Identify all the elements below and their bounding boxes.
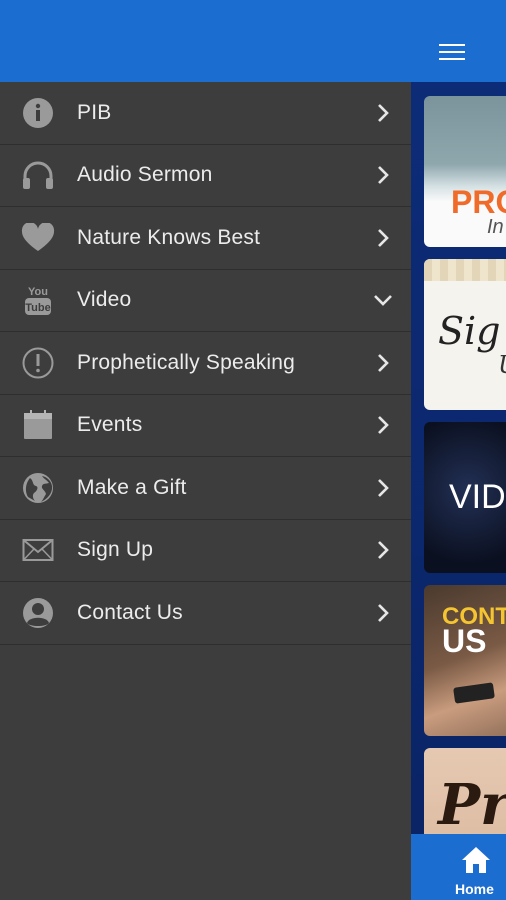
menu-item-nature-knows-best[interactable]: Nature Knows Best xyxy=(0,207,411,270)
phone-image xyxy=(453,682,495,704)
tile-subtitle: US xyxy=(442,623,487,659)
user-icon xyxy=(20,595,56,631)
menu-item-label: Contact Us xyxy=(77,600,183,624)
chevron-right-icon xyxy=(373,353,393,373)
tile-subtitle: In xyxy=(487,216,504,238)
youtube-icon: You Tube xyxy=(20,282,56,318)
tile-decoration xyxy=(424,259,506,281)
tile-title: Pr xyxy=(438,772,506,838)
tile-video[interactable]: VID xyxy=(424,422,506,573)
menu-item-label: PIB xyxy=(77,100,112,124)
envelope-icon xyxy=(20,532,56,568)
tile-subtitle: U xyxy=(498,351,506,379)
hamburger-menu-icon[interactable] xyxy=(439,44,465,62)
menu-item-label: Audio Sermon xyxy=(77,163,213,187)
drawer-header xyxy=(0,0,411,82)
menu-item-label: Sign Up xyxy=(77,538,154,562)
calendar-icon xyxy=(20,407,56,443)
tile-list: PRO In Sig U VID CONT US Pr xyxy=(411,82,506,899)
alert-icon xyxy=(20,345,56,381)
bottom-tab-bar: Home xyxy=(411,834,506,900)
menu-item-pib[interactable]: PIB xyxy=(0,82,411,145)
svg-text:Tube: Tube xyxy=(25,302,50,314)
menu-item-events[interactable]: Events xyxy=(0,395,411,457)
menu-item-label: Video xyxy=(77,288,132,312)
menu-item-make-a-gift[interactable]: Make a Gift xyxy=(0,457,411,520)
chevron-down-icon xyxy=(373,290,393,310)
svg-text:You: You xyxy=(28,286,48,298)
menu-item-audio-sermon[interactable]: Audio Sermon xyxy=(0,145,411,207)
headphones-icon xyxy=(20,157,56,193)
tab-home-label: Home xyxy=(455,881,494,897)
tile-pib[interactable]: PRO In xyxy=(424,96,506,247)
menu-item-label: Make a Gift xyxy=(77,475,187,499)
tab-home[interactable]: Home xyxy=(411,834,506,900)
globe-icon xyxy=(20,470,56,506)
heart-icon xyxy=(20,220,56,256)
navigation-drawer: PIB Audio Sermon Nature Knows Best You T xyxy=(0,0,411,900)
menu-item-video[interactable]: You Tube Video xyxy=(0,270,411,332)
menu-item-prophetically-speaking[interactable]: Prophetically Speaking xyxy=(0,332,411,395)
chevron-right-icon xyxy=(373,478,393,498)
chevron-right-icon xyxy=(373,415,393,435)
chevron-right-icon xyxy=(373,165,393,185)
tile-title: Sig xyxy=(438,309,501,353)
home-icon xyxy=(462,847,490,873)
menu-item-label: Prophetically Speaking xyxy=(77,350,296,374)
chevron-right-icon xyxy=(373,540,393,560)
menu-item-label: Nature Knows Best xyxy=(77,225,261,249)
chevron-right-icon xyxy=(373,228,393,248)
chevron-right-icon xyxy=(373,603,393,623)
info-icon xyxy=(20,95,56,131)
menu-item-label: Events xyxy=(77,413,143,437)
main-content-peek: PRO In Sig U VID CONT US Pr Home xyxy=(411,0,506,900)
content-header xyxy=(411,0,506,82)
menu-item-contact-us[interactable]: Contact Us xyxy=(0,582,411,645)
tile-title: VID xyxy=(449,478,506,516)
menu-item-sign-up[interactable]: Sign Up xyxy=(0,520,411,582)
tile-sign-up[interactable]: Sig U xyxy=(424,259,506,410)
chevron-right-icon xyxy=(373,103,393,123)
tile-contact-us[interactable]: CONT US xyxy=(424,585,506,736)
